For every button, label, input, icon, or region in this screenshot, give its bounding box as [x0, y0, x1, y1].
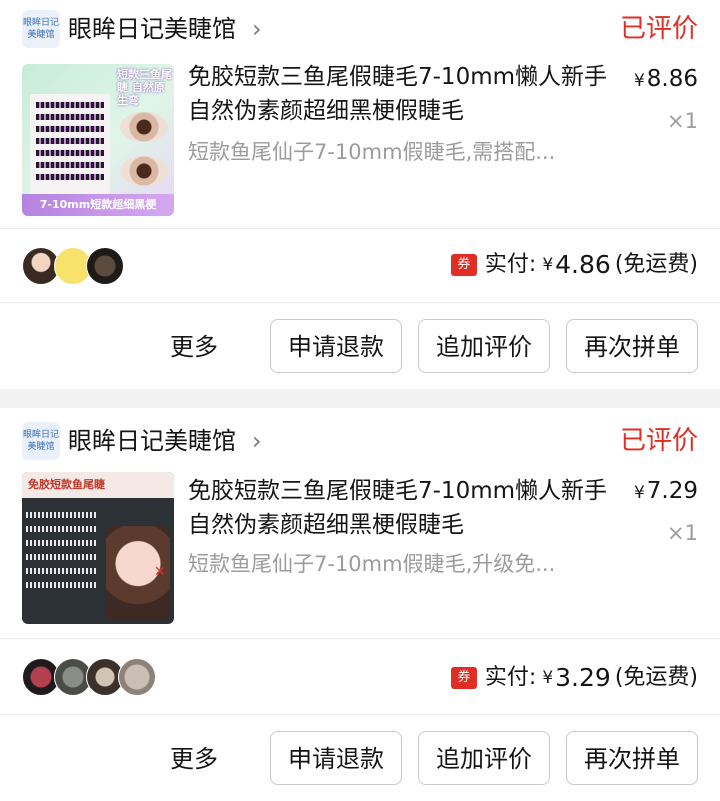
- shop-logo[interactable]: 眼眸日记 美睫馆: [22, 10, 60, 48]
- payment-amount: 3.29: [555, 663, 611, 692]
- payment-summary: 券 实付: ¥ 4.86 (免运费): [450, 248, 698, 282]
- more-button[interactable]: 更多: [170, 330, 218, 364]
- product-quantity: ×1: [667, 109, 698, 133]
- divider: [0, 228, 720, 229]
- more-button[interactable]: 更多: [170, 742, 218, 776]
- divider: [0, 714, 720, 715]
- shop-name[interactable]: 眼眸日记美睫馆: [68, 425, 236, 457]
- product-sku[interactable]: 短款鱼尾仙子7-10mm假睫毛,需搭配...: [188, 136, 608, 168]
- payment-currency: ¥: [542, 668, 554, 688]
- lash-tray-image: [30, 94, 110, 194]
- lash-tray-image: [26, 512, 98, 612]
- payment-summary: 券 实付: ¥ 3.29 (免运费): [450, 661, 698, 695]
- shop-logo[interactable]: 眼眸日记 美睫馆: [22, 422, 60, 460]
- product-price: ¥7.29: [634, 476, 698, 508]
- order-card[interactable]: 眼眸日记 美睫馆 眼眸日记美睫馆 › 已评价 短款三鱼尾睫 自然原生弯 7-10…: [0, 0, 720, 389]
- thumbnail-title: 免胶短款鱼尾睫: [22, 472, 174, 498]
- shop-header[interactable]: 眼眸日记 美睫馆 眼眸日记美睫馆 › 已评价: [0, 0, 720, 60]
- thumbnail-title: 短款三鱼尾睫 自然原生弯: [117, 68, 172, 107]
- regroup-button[interactable]: 再次拼单: [566, 319, 698, 373]
- add-review-button[interactable]: 追加评价: [418, 731, 550, 785]
- chevron-right-icon[interactable]: ›: [252, 15, 262, 43]
- shop-name[interactable]: 眼眸日记美睫馆: [68, 13, 236, 45]
- refund-button[interactable]: 申请退款: [270, 731, 402, 785]
- group-buyer-avatars[interactable]: [22, 247, 132, 285]
- coupon-icon: 券: [450, 667, 477, 689]
- payment-amount: 4.86: [555, 250, 611, 279]
- price-currency: ¥: [633, 71, 645, 91]
- price-value: 7.29: [646, 478, 698, 504]
- price-currency: ¥: [633, 483, 645, 503]
- product-quantity: ×1: [667, 521, 698, 545]
- cross-icon: ✕: [154, 564, 166, 580]
- shop-logo-text: 眼眸日记 美睫馆: [22, 430, 59, 452]
- product-price: ¥8.86: [634, 64, 698, 96]
- shipping-note: (免运费): [614, 252, 698, 277]
- avatar: [118, 658, 156, 696]
- order-card[interactable]: 眼眸日记 美睫馆 眼眸日记美睫馆 › 已评价 免胶短款鱼尾睫 ✕ 免胶短款三鱼尾…: [0, 408, 720, 801]
- shop-header[interactable]: 眼眸日记 美睫馆 眼眸日记美睫馆 › 已评价: [0, 412, 720, 472]
- divider: [0, 302, 720, 303]
- product-thumbnail[interactable]: 免胶短款鱼尾睫 ✕: [22, 472, 174, 624]
- regroup-button[interactable]: 再次拼单: [566, 731, 698, 785]
- product-title[interactable]: 免胶短款三鱼尾假睫毛7-10mm懒人新手自然伪素颜超细黑梗假睫毛: [188, 60, 608, 128]
- product-thumbnail[interactable]: 短款三鱼尾睫 自然原生弯 7-10mm短款超细黑梗: [22, 64, 174, 216]
- coupon-icon: 券: [450, 254, 477, 276]
- divider: [0, 638, 720, 639]
- price-value: 8.86: [646, 66, 698, 92]
- thumbnail-band: 7-10mm短款超细黑梗: [22, 194, 174, 216]
- shipping-note: (免运费): [614, 665, 698, 690]
- order-status: 已评价: [619, 426, 698, 456]
- refund-button[interactable]: 申请退款: [270, 319, 402, 373]
- group-buyer-avatars[interactable]: [22, 658, 156, 696]
- chevron-right-icon[interactable]: ›: [252, 427, 262, 455]
- payment-label: 实付:: [484, 252, 537, 277]
- eye-image: [120, 156, 168, 186]
- shop-logo-text: 眼眸日记 美睫馆: [22, 18, 59, 40]
- eye-image: [120, 112, 168, 142]
- add-review-button[interactable]: 追加评价: [418, 319, 550, 373]
- payment-currency: ¥: [542, 255, 554, 275]
- product-title[interactable]: 免胶短款三鱼尾假睫毛7-10mm懒人新手自然伪素颜超细黑梗假睫毛: [188, 474, 608, 542]
- avatar: [86, 247, 124, 285]
- product-sku[interactable]: 短款鱼尾仙子7-10mm假睫毛,升级免...: [188, 548, 608, 580]
- order-status: 已评价: [619, 14, 698, 44]
- payment-label: 实付:: [484, 665, 537, 690]
